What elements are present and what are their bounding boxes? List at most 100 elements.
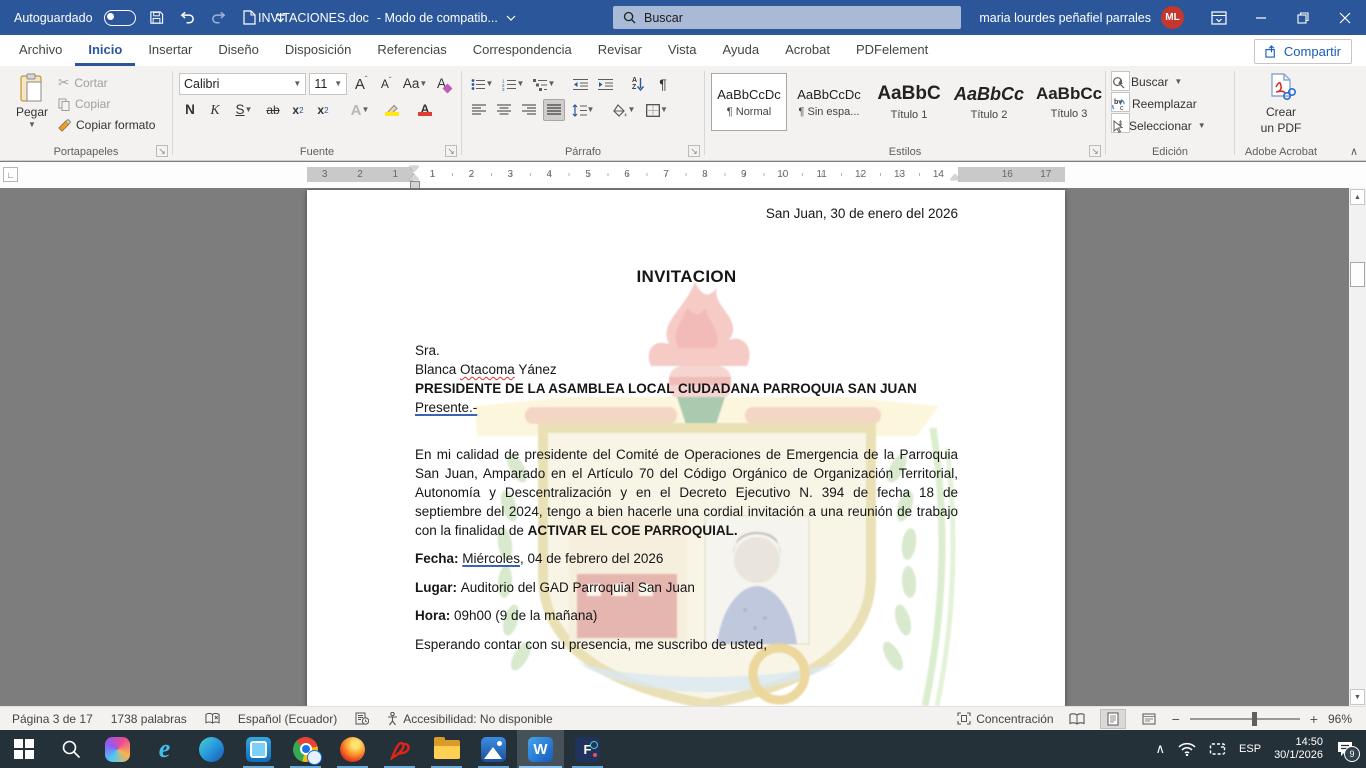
pdfelement-button[interactable]: F: [564, 730, 611, 768]
tab-stop-selector[interactable]: ∟: [3, 167, 18, 182]
style-titulo-1[interactable]: AaBbC Título 1: [871, 73, 947, 131]
scroll-down-icon[interactable]: ▼: [1350, 689, 1365, 705]
justify-button[interactable]: [543, 99, 565, 121]
multilevel-list-button[interactable]: ▼: [530, 73, 558, 95]
sort-button[interactable]: AZ: [627, 73, 649, 95]
styles-dialog-launcher-icon[interactable]: ↘: [1089, 145, 1101, 157]
clipboard-dialog-launcher-icon[interactable]: ↘: [156, 145, 168, 157]
find-button[interactable]: Buscar▼: [1112, 71, 1228, 93]
decrease-indent-button[interactable]: [569, 73, 591, 95]
close-button[interactable]: [1324, 0, 1366, 35]
copilot-button[interactable]: [94, 730, 141, 768]
shading-button[interactable]: ▼: [609, 99, 639, 121]
zoom-out-button[interactable]: −: [1172, 711, 1180, 727]
font-size-combo[interactable]: 11▼: [309, 73, 347, 95]
bullets-button[interactable]: ▼: [468, 73, 496, 95]
hidden-icons-chevron-icon[interactable]: ∧: [1156, 741, 1166, 757]
paragraph-dialog-launcher-icon[interactable]: ↘: [688, 145, 700, 157]
style-normal[interactable]: AaBbCcDc ¶ Normal: [711, 73, 787, 131]
accessibility-status[interactable]: Accesibilidad: No disponible: [387, 712, 552, 726]
tab-vista[interactable]: Vista: [655, 35, 710, 66]
paste-button[interactable]: Pegar ▼: [6, 71, 58, 143]
document-page[interactable]: San Juan, 30 de enero del 2026 INVITACIO…: [307, 190, 1065, 706]
change-case-button[interactable]: Aa▼: [400, 73, 430, 95]
print-layout-button[interactable]: [1100, 709, 1126, 729]
wifi-icon[interactable]: [1178, 742, 1196, 756]
search-box[interactable]: Buscar: [613, 6, 961, 29]
text-effects-button[interactable]: A▼: [346, 99, 374, 121]
hanging-indent-marker[interactable]: [409, 174, 419, 180]
zoom-in-button[interactable]: +: [1310, 711, 1318, 727]
font-dialog-launcher-icon[interactable]: ↘: [445, 145, 457, 157]
grow-font-button[interactable]: Aˆ: [350, 73, 372, 95]
word-button[interactable]: W: [517, 730, 564, 768]
tab-diseno[interactable]: Diseño: [205, 35, 271, 66]
tab-disposicion[interactable]: Disposición: [272, 35, 364, 66]
notification-center-button[interactable]: 9: [1336, 741, 1354, 757]
tab-revisar[interactable]: Revisar: [585, 35, 655, 66]
shrink-font-button[interactable]: Aˇ: [375, 73, 397, 95]
new-document-icon[interactable]: [240, 7, 260, 29]
internet-explorer-button[interactable]: e: [141, 730, 188, 768]
title-chevron-icon[interactable]: [506, 15, 516, 21]
language-button[interactable]: ESP: [1239, 743, 1261, 755]
font-family-combo[interactable]: Calibri▼: [179, 73, 306, 95]
superscript-button[interactable]: x2: [312, 99, 334, 121]
font-color-button[interactable]: A: [410, 99, 440, 121]
file-explorer-button[interactable]: [423, 730, 470, 768]
right-indent-marker[interactable]: [950, 174, 960, 180]
align-right-button[interactable]: [518, 99, 540, 121]
taskbar-search-button[interactable]: [47, 730, 94, 768]
scrollbar-thumb[interactable]: [1350, 262, 1365, 287]
tab-pdfelement[interactable]: PDFelement: [843, 35, 941, 66]
increase-indent-button[interactable]: [594, 73, 616, 95]
restore-button[interactable]: [1282, 0, 1324, 35]
zoom-level[interactable]: 96%: [1328, 712, 1352, 726]
acrobat-button[interactable]: [376, 730, 423, 768]
align-left-button[interactable]: [468, 99, 490, 121]
photos-button[interactable]: [470, 730, 517, 768]
vertical-scrollbar[interactable]: ▲ ▼: [1349, 188, 1366, 706]
borders-button[interactable]: ▼: [642, 99, 672, 121]
style-titulo-3[interactable]: AaBbCc Título 3: [1031, 73, 1107, 131]
clear-formatting-button[interactable]: A: [433, 73, 455, 95]
highlight-button[interactable]: [377, 99, 407, 121]
minimize-button[interactable]: [1240, 0, 1282, 35]
bold-button[interactable]: N: [179, 99, 201, 121]
scroll-up-icon[interactable]: ▲: [1350, 189, 1365, 205]
start-button[interactable]: [0, 730, 47, 768]
ribbon-display-options-icon[interactable]: [1198, 0, 1240, 35]
focus-mode-button[interactable]: Concentración: [957, 712, 1053, 726]
avatar[interactable]: ML: [1161, 6, 1184, 29]
numbering-button[interactable]: 123▼: [499, 73, 527, 95]
edge-button[interactable]: [188, 730, 235, 768]
web-layout-button[interactable]: [1136, 709, 1162, 729]
read-mode-button[interactable]: [1064, 709, 1090, 729]
share-button[interactable]: Compartir: [1254, 39, 1352, 64]
undo-icon[interactable]: [178, 7, 198, 29]
create-pdf-button[interactable]: Crear un PDF: [1241, 71, 1321, 137]
tab-ayuda[interactable]: Ayuda: [709, 35, 772, 66]
tab-archivo[interactable]: Archivo: [6, 35, 75, 66]
tab-referencias[interactable]: Referencias: [364, 35, 459, 66]
word-count[interactable]: 1738 palabras: [111, 712, 187, 726]
tab-correspondencia[interactable]: Correspondencia: [460, 35, 585, 66]
line-spacing-button[interactable]: ▼: [568, 99, 598, 121]
collapse-ribbon-icon[interactable]: ∧: [1350, 145, 1358, 158]
taskbar-clock[interactable]: 14:50 30/1/2026: [1274, 736, 1323, 762]
underline-button[interactable]: S▼: [229, 99, 259, 121]
autosave-toggle[interactable]: [104, 10, 136, 26]
style-sin-espaciado[interactable]: AaBbCcDc ¶ Sin espa...: [791, 73, 867, 131]
zoom-slider[interactable]: [1190, 718, 1300, 720]
proofing-errors-icon[interactable]: [205, 712, 220, 725]
firefox-button[interactable]: [329, 730, 376, 768]
align-center-button[interactable]: [493, 99, 515, 121]
italic-button[interactable]: K: [204, 99, 226, 121]
tab-insertar[interactable]: Insertar: [135, 35, 205, 66]
track-history-icon[interactable]: [355, 712, 369, 725]
replace-button[interactable]: bc Reemplazar: [1112, 93, 1228, 115]
screen-snip-icon[interactable]: [1209, 742, 1226, 756]
select-button[interactable]: Seleccionar▼: [1112, 115, 1228, 137]
chrome-button[interactable]: [282, 730, 329, 768]
strikethrough-button[interactable]: ab: [262, 99, 284, 121]
